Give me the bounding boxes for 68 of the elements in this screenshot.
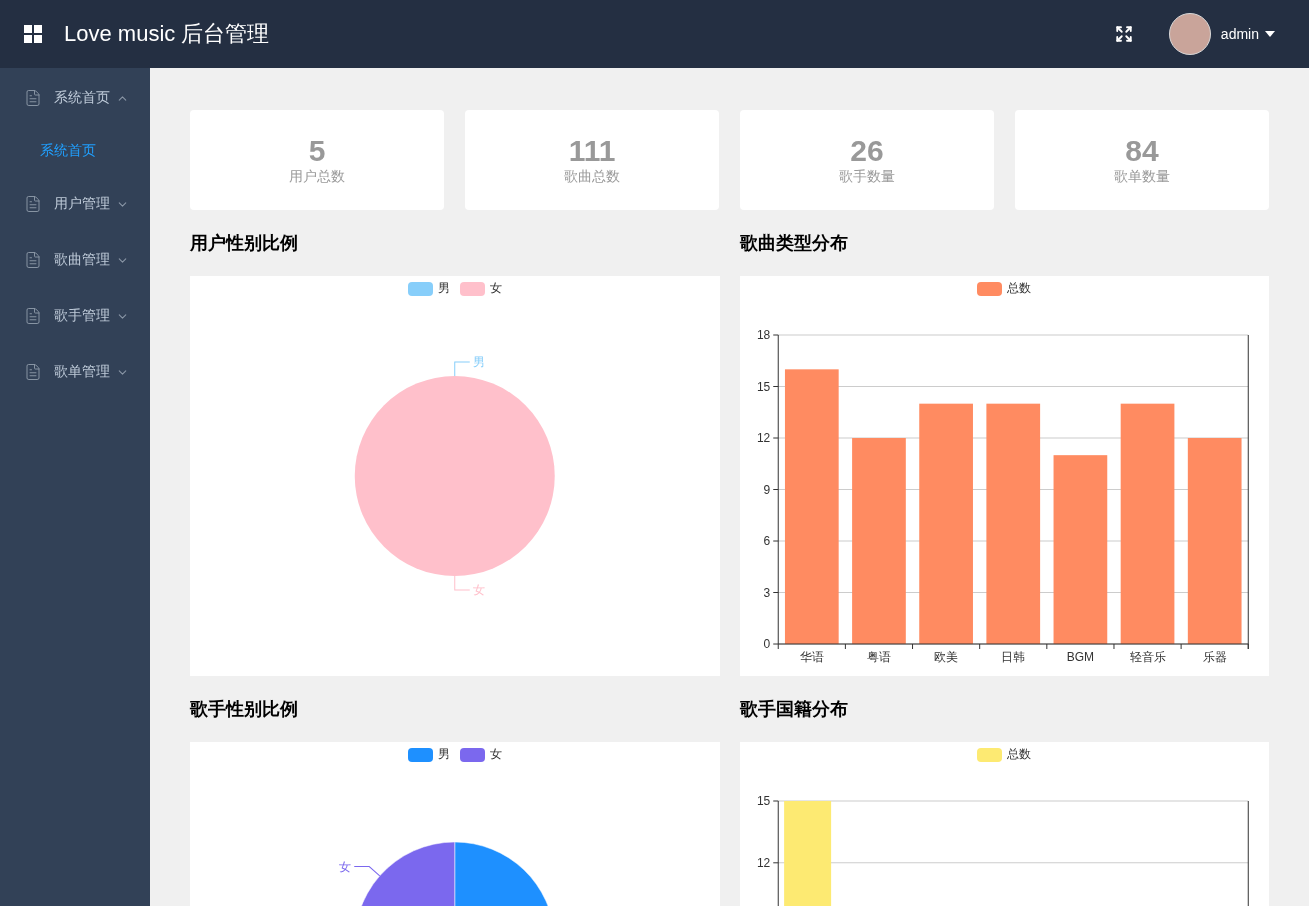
legend-label[interactable]: 女 <box>489 746 502 763</box>
axis-label: 0 <box>763 637 770 651</box>
user-menu[interactable]: admin <box>1220 26 1275 42</box>
axis-label: 欧美 <box>933 650 958 664</box>
chart-title: 歌手性别比例 <box>190 698 298 721</box>
menu-label: 歌手管理 <box>54 307 110 325</box>
menu-label: 歌单管理 <box>54 363 110 381</box>
menu-item[interactable]: 用户管理 <box>0 176 150 232</box>
document-icon <box>24 363 42 381</box>
menu-label: 系统首页 <box>54 89 110 107</box>
axis-label: 15 <box>756 794 770 808</box>
menu-item[interactable]: 歌单管理 <box>0 344 150 400</box>
document-icon <box>24 195 42 213</box>
leader-line <box>454 361 471 377</box>
stat-value: 26 <box>850 134 884 168</box>
axis-label: 乐器 <box>1202 650 1227 664</box>
legend-swatch[interactable] <box>407 747 433 762</box>
axis-label: 12 <box>756 855 770 870</box>
leader-line <box>454 575 471 591</box>
document-icon <box>24 251 42 269</box>
axis-label: 粤语 <box>866 650 891 664</box>
axis-label: BGM <box>1066 650 1094 664</box>
legend-swatch[interactable] <box>459 281 485 296</box>
chart-title: 歌曲类型分布 <box>739 232 848 255</box>
legend-label[interactable]: 总数 <box>1007 746 1032 763</box>
submenu-item[interactable]: 系统首页 <box>0 126 150 176</box>
document-icon <box>24 89 42 107</box>
menu-item[interactable]: 歌手管理 <box>0 288 150 344</box>
axis-label: 15 <box>756 379 770 394</box>
stat-label: 歌单数量 <box>1114 168 1170 186</box>
menu-label: 歌曲管理 <box>54 251 110 269</box>
app-title: Love music 后台管理 <box>64 20 270 48</box>
axis-label: 6 <box>763 534 770 548</box>
chart-title: 用户性别比例 <box>190 232 298 255</box>
menu-item[interactable]: 系统首页 <box>0 70 150 126</box>
grid-icon[interactable] <box>24 25 42 43</box>
axis-label: 日韩 <box>1000 650 1025 664</box>
slice-label: 女 <box>339 859 352 874</box>
slice-label: 女 <box>472 583 485 597</box>
menu-label: 用户管理 <box>54 195 110 213</box>
caret-icon <box>1265 31 1275 37</box>
axis-label: 华语 <box>799 650 824 664</box>
axis-label: 12 <box>756 431 770 445</box>
legend-label[interactable]: 男 <box>437 746 450 763</box>
axis-label: 轻音乐 <box>1129 650 1166 664</box>
legend-label[interactable]: 女 <box>489 280 502 297</box>
slice-label: 男 <box>472 355 485 369</box>
legend-swatch[interactable] <box>459 747 485 762</box>
axis-label: 18 <box>756 328 770 342</box>
stat-label: 用户总数 <box>289 168 345 186</box>
legend-swatch[interactable] <box>407 281 433 296</box>
legend-swatch[interactable] <box>977 747 1003 762</box>
document-icon <box>24 307 42 325</box>
stat-value: 84 <box>1125 134 1159 168</box>
avatar[interactable] <box>1168 13 1211 55</box>
stat-value: 5 <box>308 134 326 168</box>
stat-label: 歌手数量 <box>839 168 895 186</box>
legend-label[interactable]: 总数 <box>1007 280 1032 297</box>
fullscreen-button[interactable] <box>1114 25 1133 43</box>
menu-item[interactable]: 歌曲管理 <box>0 232 150 288</box>
leader-line <box>353 866 381 877</box>
legend-label[interactable]: 男 <box>437 280 450 297</box>
chart-title: 歌手国籍分布 <box>739 698 848 721</box>
axis-label: 9 <box>763 482 770 497</box>
stat-label: 歌曲总数 <box>564 168 620 186</box>
stat-value: 111 <box>568 134 616 168</box>
axis-label: 3 <box>763 585 770 600</box>
legend-swatch[interactable] <box>977 281 1003 296</box>
